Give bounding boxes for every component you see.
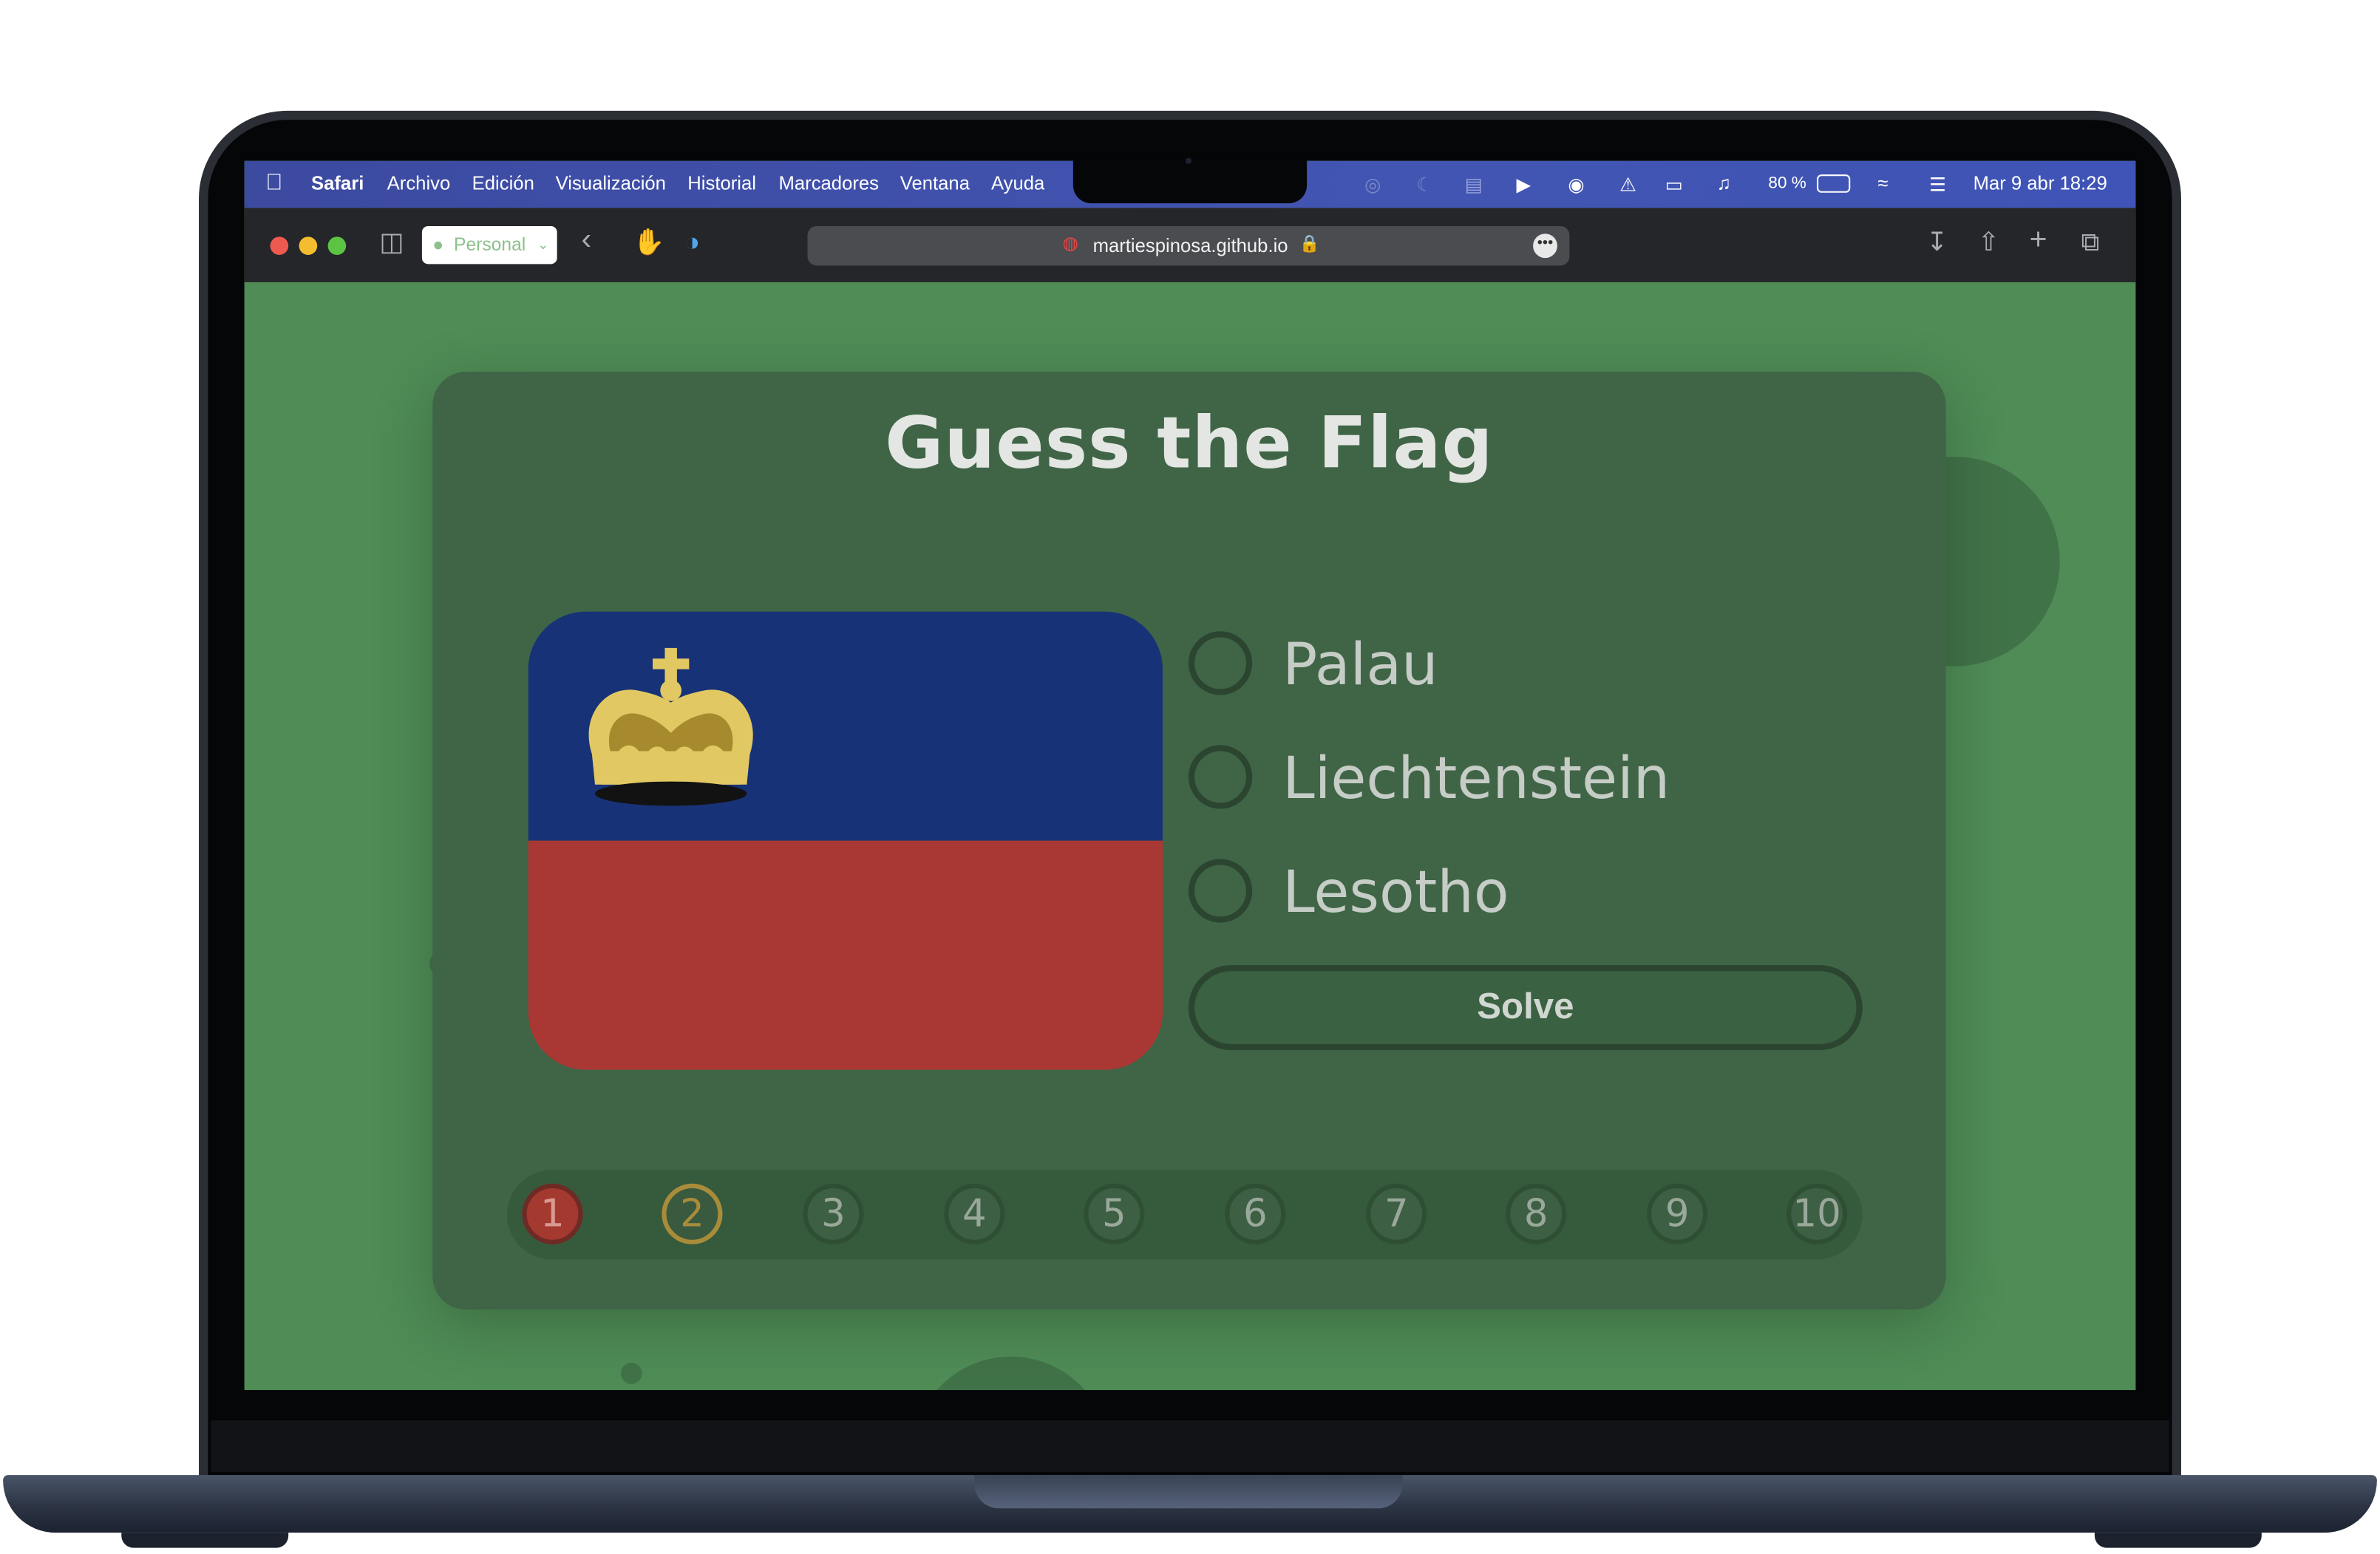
- screen:  Safari Archivo Edición Visualización H…: [244, 160, 2136, 1391]
- laptop-chin: [211, 1420, 2169, 1472]
- minimize-window-button[interactable]: [299, 236, 318, 255]
- focus-moon-icon[interactable]: ☾: [1416, 173, 1433, 196]
- extension-hand-icon[interactable]: ✋: [633, 228, 664, 258]
- progress-step: 8: [1506, 1183, 1567, 1244]
- stage-manager-icon[interactable]: ▤: [1465, 173, 1483, 196]
- shazam-icon[interactable]: ◉: [1568, 173, 1584, 196]
- menu-edicion[interactable]: Edición: [472, 173, 534, 194]
- menu-historial[interactable]: Historial: [687, 173, 756, 194]
- camera: [1185, 157, 1192, 164]
- camera-notch: [1072, 157, 1308, 204]
- menu-ventana[interactable]: Ventana: [900, 173, 970, 194]
- page-menu-icon[interactable]: •••: [1533, 234, 1557, 259]
- new-tab-icon[interactable]: +: [2030, 223, 2047, 258]
- display-icon[interactable]: ▭: [1665, 173, 1683, 196]
- tab-overview-icon[interactable]: ⧉: [2081, 228, 2099, 258]
- laptop-hinge: [974, 1475, 1403, 1509]
- page-title: Guess the Flag: [885, 402, 1494, 486]
- progress-step: 1: [522, 1183, 583, 1244]
- site-favicon: ◍: [1062, 232, 1079, 253]
- progress-step: 10: [1786, 1183, 1848, 1244]
- progress-step: 6: [1225, 1183, 1286, 1244]
- now-playing-icon[interactable]: ▶: [1517, 173, 1531, 196]
- web-content: Guess the Flag Palau Liechtenstein Lesot…: [244, 282, 2136, 1391]
- option-lesotho[interactable]: Lesotho: [1188, 856, 1857, 935]
- profile-button[interactable]: ● Personal ⌄: [421, 225, 557, 265]
- zoom-window-button[interactable]: [327, 236, 347, 255]
- battery-percent: 80 %: [1768, 174, 1806, 193]
- radio-button[interactable]: [1188, 745, 1253, 809]
- radio-button[interactable]: [1188, 859, 1253, 923]
- progress-step: 7: [1366, 1183, 1427, 1244]
- close-window-button[interactable]: [270, 236, 289, 255]
- laptop-foot-right: [2094, 1533, 2262, 1548]
- flag-image: [528, 611, 1163, 1070]
- menu-visualizacion[interactable]: Visualización: [556, 173, 666, 194]
- url-bar[interactable]: ◍ martiespinosa.github.io 🔒 •••: [807, 225, 1570, 266]
- option-label: Liechtenstein: [1282, 745, 1670, 812]
- solve-button[interactable]: Solve: [1188, 965, 1863, 1051]
- progress-step: 5: [1084, 1183, 1145, 1244]
- background-bubble: [912, 1356, 1110, 1391]
- airdrop-icon[interactable]: ◎: [1364, 173, 1381, 196]
- radio-button[interactable]: [1188, 631, 1253, 695]
- lock-icon: 🔒: [1299, 235, 1320, 253]
- person-icon: ●: [432, 234, 444, 255]
- extension-moon-icon[interactable]: ◑: [684, 228, 700, 258]
- menu-ayuda[interactable]: Ayuda: [991, 173, 1044, 194]
- option-label: Palau: [1282, 631, 1438, 698]
- control-center-icon[interactable]: ☰: [1929, 173, 1946, 196]
- progress-step: 9: [1647, 1183, 1708, 1244]
- app-name-menu[interactable]: Safari: [311, 173, 364, 194]
- chevron-down-icon: ⌄: [537, 236, 549, 252]
- share-icon[interactable]: ⇧: [1978, 228, 1999, 258]
- battery-icon[interactable]: [1817, 174, 1851, 193]
- url-text: martiespinosa.github.io: [1092, 235, 1288, 257]
- menu-archivo[interactable]: Archivo: [387, 173, 451, 194]
- menu-marcadores[interactable]: Marcadores: [778, 173, 879, 194]
- wifi-icon[interactable]: ≈: [1877, 173, 1888, 194]
- back-button[interactable]: ‹: [582, 223, 592, 258]
- downloads-icon[interactable]: ↧: [1926, 228, 1948, 258]
- option-label: Lesotho: [1282, 859, 1509, 926]
- crown-icon: [588, 647, 753, 806]
- progress-step: 4: [944, 1183, 1005, 1244]
- hearing-icon[interactable]: ⚠: [1619, 173, 1636, 196]
- option-liechtenstein[interactable]: Liechtenstein: [1188, 742, 1857, 821]
- airpods-icon[interactable]: ♫: [1717, 173, 1731, 194]
- laptop-foot-left: [121, 1533, 289, 1548]
- option-palau[interactable]: Palau: [1188, 628, 1857, 707]
- progress-step: 3: [803, 1183, 864, 1244]
- apple-icon[interactable]: : [265, 170, 282, 196]
- menubar-clock[interactable]: Mar 9 abr 18:29: [1973, 173, 2107, 194]
- profile-label: Personal: [454, 234, 526, 255]
- sidebar-icon[interactable]: ◫: [379, 228, 404, 258]
- background-bubble: [620, 1363, 642, 1384]
- progress-tracker: 1 2 3 4 5 6 7 8 9 10: [506, 1170, 1863, 1260]
- quiz-card: Guess the Flag Palau Liechtenstein Lesot…: [432, 372, 1946, 1310]
- safari-toolbar: ◫ ● Personal ⌄ ‹ ✋ ◑ ◍ martiespinosa.git…: [244, 208, 2136, 282]
- progress-step: 2: [662, 1183, 723, 1244]
